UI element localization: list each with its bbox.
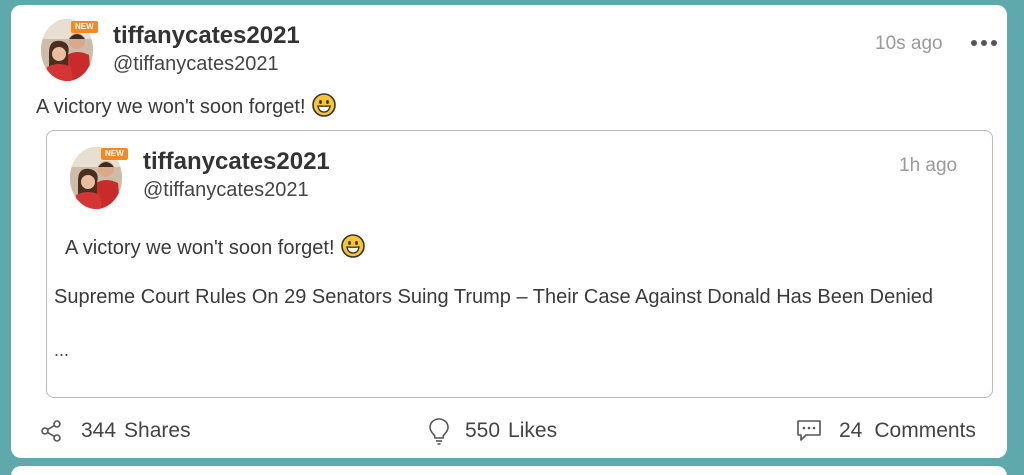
post-text: A victory we won't soon forget!	[36, 93, 336, 119]
quoted-author-handle[interactable]: @tiffanycates2021	[143, 179, 309, 202]
quoted-author-username[interactable]: tiffanycates2021	[143, 148, 330, 176]
comments-label: Comments	[874, 419, 976, 442]
grinning-face-emoji-icon	[340, 234, 365, 258]
like-button[interactable]: 550 Likes	[427, 415, 557, 447]
quoted-timestamp: 1h ago	[899, 155, 958, 176]
author-handle[interactable]: @tiffanycates2021	[113, 53, 279, 76]
quoted-post[interactable]: NEW tiffanycates2021 @tiffanycates2021 1…	[46, 130, 993, 398]
author-username[interactable]: tiffanycates2021	[113, 22, 300, 50]
quoted-ellipsis: ...	[54, 340, 70, 360]
new-badge: NEW	[71, 21, 98, 33]
quoted-new-badge: NEW	[101, 148, 128, 160]
post-text-content: A victory we won't soon forget!	[36, 96, 306, 118]
likes-label: Likes	[508, 419, 558, 442]
quoted-text: A victory we won't soon forget!	[65, 234, 365, 260]
likes-count: 550	[465, 419, 501, 442]
lightbulb-icon	[429, 418, 449, 445]
shares-count: 344	[81, 419, 117, 442]
shares-label: Shares	[124, 419, 191, 442]
more-options-icon[interactable]	[971, 36, 997, 50]
comment-icon	[797, 420, 821, 441]
next-post-card	[11, 466, 1007, 475]
comment-button[interactable]: 24 Comments	[795, 415, 976, 447]
quoted-headline[interactable]: Supreme Court Rules On 29 Senators Suing…	[54, 284, 934, 310]
share-icon	[41, 420, 61, 442]
post-timestamp: 10s ago	[875, 33, 943, 54]
share-button[interactable]: 344 Shares	[39, 415, 191, 447]
quoted-text-content: A victory we won't soon forget!	[65, 237, 335, 259]
comments-count: 24	[839, 419, 863, 442]
post-card: NEW tiffanycates2021 @tiffanycates2021 1…	[11, 5, 1007, 458]
grinning-face-emoji-icon	[311, 93, 336, 117]
